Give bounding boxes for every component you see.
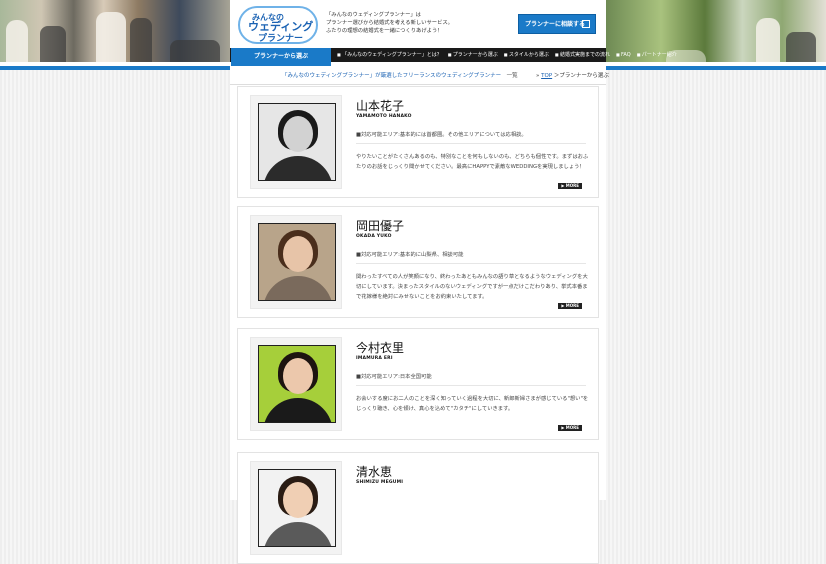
nav-item-about[interactable]: 「みんなのウェディングプランナー」とは？ xyxy=(334,48,445,62)
planner-romaji: OKADA YUKO xyxy=(356,234,392,239)
site-logo[interactable]: みんなの ウェディング プランナー xyxy=(238,6,318,44)
planner-photo-frame xyxy=(250,461,342,555)
planner-area: ■対応可能エリア:基本的に山梨県、相談可能 xyxy=(356,252,464,258)
header-wedding-photo-left xyxy=(0,0,230,62)
breadcrumb-current: プランナーから選ぶ xyxy=(559,73,609,79)
nav-item-flow[interactable]: 結婚式実施までの流れ xyxy=(552,48,613,62)
site-tagline: 「みんなのウェディングプランナー」は プランナー選びから結婚式を考える新しいサー… xyxy=(326,12,453,34)
planner-romaji: IMAMURA ERI xyxy=(356,356,393,361)
brand-area: みんなの ウェディング プランナー 「みんなのウェディングプランナー」は プラン… xyxy=(230,0,606,48)
more-button[interactable]: MORE xyxy=(558,425,582,431)
planner-description: お会いする度にお二人のことを深く知っていく過程を大切に、新郎新婦さまが感じている… xyxy=(356,396,589,412)
divider xyxy=(356,263,586,264)
planner-photo[interactable] xyxy=(258,469,336,547)
planner-photo[interactable] xyxy=(258,223,336,301)
planner-description: 関わったすべての人が笑顔になり、終わったあともみんなの語り草となるようなウェディ… xyxy=(356,274,588,300)
planner-photo-frame xyxy=(250,337,342,431)
site-header: みんなの ウェディング プランナー 「みんなのウェディングプランナー」は プラン… xyxy=(0,0,826,70)
planner-card[interactable]: 岡田優子 OKADA YUKO ■対応可能エリア:基本的に山梨県、相談可能 関わ… xyxy=(237,206,599,318)
page-heading: 「みんなのウェディングプランナー」が厳選したフリーランスのウェディングプランナー… xyxy=(282,73,518,79)
planner-description: やりたいことがたくさんあるのも、特別なことを何もしないのも、どちらも個性です。ま… xyxy=(356,154,589,170)
nav-item-planner[interactable]: プランナーから選ぶ xyxy=(445,48,501,62)
planner-romaji: YAMAMOTO HANAKO xyxy=(356,114,412,119)
global-nav: プランナーから選ぶ 「みんなのウェディングプランナー」とは？ プランナーから選ぶ… xyxy=(230,48,677,66)
divider xyxy=(356,143,586,144)
planner-name[interactable]: 清水恵 xyxy=(356,463,392,480)
planner-card[interactable]: 山本花子 YAMAMOTO HANAKO ■対応可能エリア:基本的には首都圏。そ… xyxy=(237,86,599,198)
arrow-icon xyxy=(582,20,590,28)
planner-area: ■対応可能エリア:日本全国可能 xyxy=(356,374,432,380)
consult-planner-button[interactable]: プランナーに相談する xyxy=(518,14,596,34)
more-button[interactable]: MORE xyxy=(558,303,582,309)
nav-item-partner[interactable]: パートナー紹介 xyxy=(634,48,680,62)
planner-name[interactable]: 山本花子 xyxy=(356,97,404,114)
nav-tab-planner[interactable]: プランナーから選ぶ xyxy=(231,48,331,66)
divider xyxy=(356,385,586,386)
planner-photo[interactable] xyxy=(258,345,336,423)
breadcrumb: 「みんなのウェディングプランナー」が厳選したフリーランスのウェディングプランナー… xyxy=(230,66,609,85)
planner-area: ■対応可能エリア:基本的には首都圏。その他エリアについては応相談。 xyxy=(356,132,527,138)
planner-photo-frame xyxy=(250,215,342,309)
planner-photo[interactable] xyxy=(258,103,336,181)
planner-name[interactable]: 今村衣里 xyxy=(356,339,404,356)
planner-card[interactable]: 清水恵 SHIMIZU MEGUMI xyxy=(237,452,599,564)
more-button[interactable]: MORE xyxy=(558,183,582,189)
planner-card[interactable]: 今村衣里 IMAMURA ERI ■対応可能エリア:日本全国可能 お会いする度に… xyxy=(237,328,599,440)
nav-item-style[interactable]: スタイルから選ぶ xyxy=(501,48,552,62)
planner-name[interactable]: 岡田優子 xyxy=(356,217,404,234)
main-content: 「みんなのウェディングプランナー」が厳選したフリーランスのウェディングプランナー… xyxy=(230,66,609,564)
breadcrumb-trail: » TOP ＞プランナーから選ぶ xyxy=(536,73,609,79)
planner-romaji: SHIMIZU MEGUMI xyxy=(356,480,404,485)
nav-item-faq[interactable]: FAQ xyxy=(613,48,634,62)
breadcrumb-top-link[interactable]: TOP xyxy=(541,73,552,79)
planner-photo-frame xyxy=(250,95,342,189)
